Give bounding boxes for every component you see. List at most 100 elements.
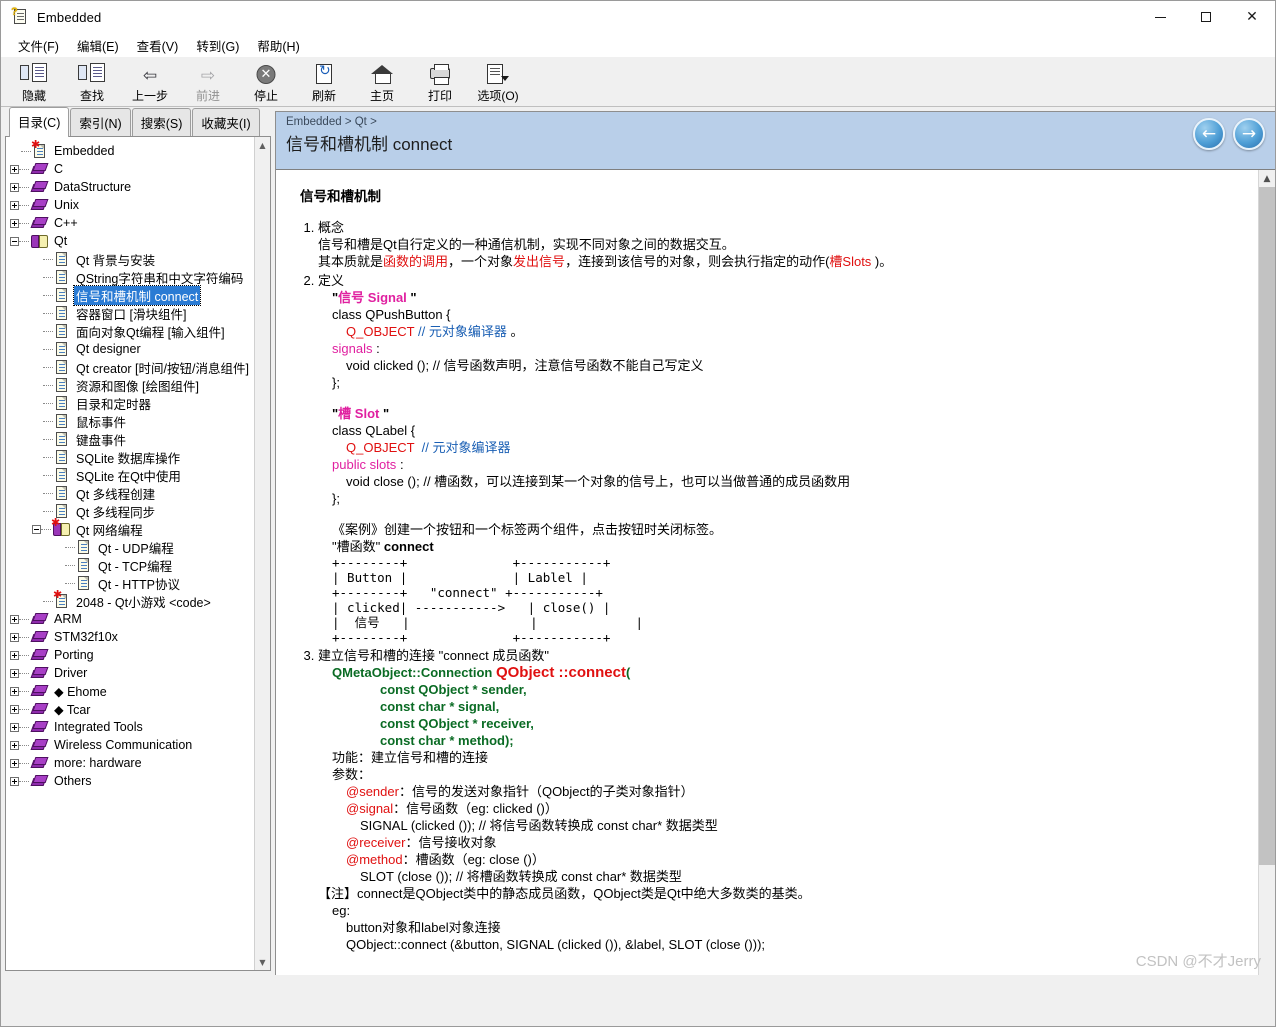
tree-node[interactable]: Others: [6, 772, 254, 790]
toolbar-button-hide[interactable]: 隐藏: [5, 59, 63, 105]
tree-scroll-up-icon[interactable]: ▲: [255, 137, 270, 153]
tree-node[interactable]: DataStructure: [6, 178, 254, 196]
contents-tree[interactable]: ✱ Embedded C DataStructure Unix C++ Qt Qt 背景与安装…: [6, 137, 254, 970]
tree-node[interactable]: Wireless Communication: [6, 736, 254, 754]
page-star-icon: ✱: [31, 139, 47, 159]
document-scrollbar[interactable]: ▲: [1258, 170, 1275, 975]
expand-icon[interactable]: [10, 704, 19, 714]
tree-node[interactable]: Qt: [6, 232, 254, 250]
breadcrumb: Embedded > Qt >: [286, 116, 377, 128]
tree-node[interactable]: Unix: [6, 196, 254, 214]
signals-colon: :: [376, 341, 380, 356]
tree-node[interactable]: SQLite 在Qt中使用: [6, 466, 254, 484]
tab-search[interactable]: 搜索(S): [131, 108, 192, 137]
tree-node-label: Wireless Communication: [54, 738, 193, 752]
expand-icon[interactable]: [10, 758, 19, 768]
tree-connector: [43, 348, 53, 350]
expand-icon[interactable]: [10, 686, 19, 696]
expand-icon[interactable]: [10, 614, 19, 624]
tab-contents[interactable]: 目录(C): [9, 107, 70, 137]
title-bar: ? Embedded ✕: [1, 1, 1275, 33]
scrollbar-track[interactable]: [1259, 187, 1275, 975]
tree-connector: [19, 762, 29, 764]
close-button[interactable]: ✕: [1229, 1, 1275, 33]
maximize-button[interactable]: [1183, 1, 1229, 33]
menu-file[interactable]: 文件(F): [9, 33, 68, 58]
page-icon: [55, 395, 69, 411]
toolbar-button-stop[interactable]: ✕ 停止: [237, 59, 295, 105]
tree-node[interactable]: 信号和槽机制 connect: [6, 284, 254, 306]
expand-icon[interactable]: [10, 632, 19, 642]
tree-node[interactable]: 面向对象Qt编程 [输入组件]: [6, 322, 254, 340]
list-item-concept: 概念 信号和槽是Qt自行定义的一种通信机制，实现不同对象之间的数据交互。 其本质…: [318, 219, 1244, 270]
expand-icon[interactable]: [10, 164, 19, 174]
tab-favorites[interactable]: 收藏夹(I): [192, 108, 260, 137]
tree-node[interactable]: C: [6, 160, 254, 178]
tab-index[interactable]: 索引(N): [70, 108, 131, 137]
tree-node[interactable]: 目录和定时器: [6, 394, 254, 412]
prev-page-button[interactable]: ←: [1193, 118, 1225, 150]
tree-scroll-down-icon[interactable]: ▼: [255, 954, 270, 970]
toolbar-button-print[interactable]: 打印: [411, 59, 469, 105]
tree-node[interactable]: Driver: [6, 664, 254, 682]
expand-icon[interactable]: [10, 218, 19, 228]
toolbar-button-home[interactable]: 主页: [353, 59, 411, 105]
tree-node[interactable]: C++: [6, 214, 254, 232]
connect-param-2: const char * signal,: [380, 699, 500, 714]
tree-node[interactable]: ARM: [6, 610, 254, 628]
expand-icon[interactable]: [10, 668, 19, 678]
toolbar-button-find[interactable]: 查找: [63, 59, 121, 105]
collapse-icon[interactable]: [32, 524, 41, 534]
tree-node[interactable]: STM32f10x: [6, 628, 254, 646]
toolbar-button-back[interactable]: ⇦ 上一步: [121, 59, 179, 105]
expand-icon[interactable]: [10, 776, 19, 786]
tree-node-label: SQLite 在Qt中使用: [76, 469, 181, 484]
book-icon: [30, 756, 49, 770]
tree-node[interactable]: more: hardware: [6, 754, 254, 772]
tree-node[interactable]: Qt - TCP编程: [6, 556, 254, 574]
tree-connector: [43, 474, 53, 476]
tree-node[interactable]: Qt 多线程创建: [6, 484, 254, 502]
tree-node[interactable]: 键盘事件: [6, 430, 254, 448]
expand-icon[interactable]: [10, 650, 19, 660]
scrollbar-thumb[interactable]: [1259, 187, 1275, 865]
expand-icon[interactable]: [10, 722, 19, 732]
toolbar-button-refresh[interactable]: 刷新: [295, 59, 353, 105]
tree-node[interactable]: Qt - HTTP协议: [6, 574, 254, 592]
connect-function-label: 功能：建立信号和槽的连接: [332, 750, 489, 765]
tree-node[interactable]: ✱ Embedded: [6, 139, 254, 160]
tree-node[interactable]: Porting: [6, 646, 254, 664]
tree-node[interactable]: Qt 背景与安装: [6, 250, 254, 268]
tree-scrollbar[interactable]: ▲ ▼: [254, 137, 270, 970]
toolbar-button-options[interactable]: 选项(O): [469, 59, 527, 105]
tree-node[interactable]: 容器窗口 [滑块组件]: [6, 304, 254, 322]
tree-node[interactable]: 资源和图像 [绘图组件]: [6, 376, 254, 394]
tree-node[interactable]: Integrated Tools: [6, 718, 254, 736]
minimize-button[interactable]: [1137, 1, 1183, 33]
tree-node[interactable]: Qt - UDP编程: [6, 538, 254, 556]
expand-icon[interactable]: [10, 740, 19, 750]
next-page-button[interactable]: →: [1233, 118, 1265, 150]
tree-node[interactable]: Qt 多线程同步: [6, 502, 254, 520]
expand-icon[interactable]: [10, 182, 19, 192]
clicked-declaration: void clicked ();: [346, 358, 430, 373]
menu-edit[interactable]: 编辑(E): [68, 33, 128, 58]
expand-icon[interactable]: [10, 200, 19, 210]
menu-goto[interactable]: 转到(G): [187, 33, 248, 58]
menu-view[interactable]: 查看(V): [128, 33, 188, 58]
tree-node[interactable]: 鼠标事件: [6, 412, 254, 430]
tree-node[interactable]: ◆ Tcar: [6, 700, 254, 718]
toolbar-button-forward[interactable]: ⇨ 前进: [179, 59, 237, 105]
tree-node[interactable]: ✱ 2048 - Qt小游戏 <code>: [6, 589, 254, 610]
collapse-icon[interactable]: [10, 236, 19, 246]
tree-node[interactable]: Qt designer: [6, 340, 254, 358]
scroll-up-icon[interactable]: ▲: [1259, 170, 1275, 187]
tree-node[interactable]: ◆ Ehome: [6, 682, 254, 700]
options-icon: [484, 62, 512, 86]
tree-node[interactable]: SQLite 数据库操作: [6, 448, 254, 466]
signal-qobject-line: Q_OBJECT // 元对象编译器 。: [318, 323, 1244, 340]
tree-node[interactable]: QString字符串和中文字符编码: [6, 268, 254, 286]
tree-node[interactable]: Qt creator [时间/按钮/消息组件]: [6, 358, 254, 376]
menu-help[interactable]: 帮助(H): [248, 33, 308, 58]
tree-node[interactable]: ✱ Qt 网络编程: [6, 517, 254, 538]
